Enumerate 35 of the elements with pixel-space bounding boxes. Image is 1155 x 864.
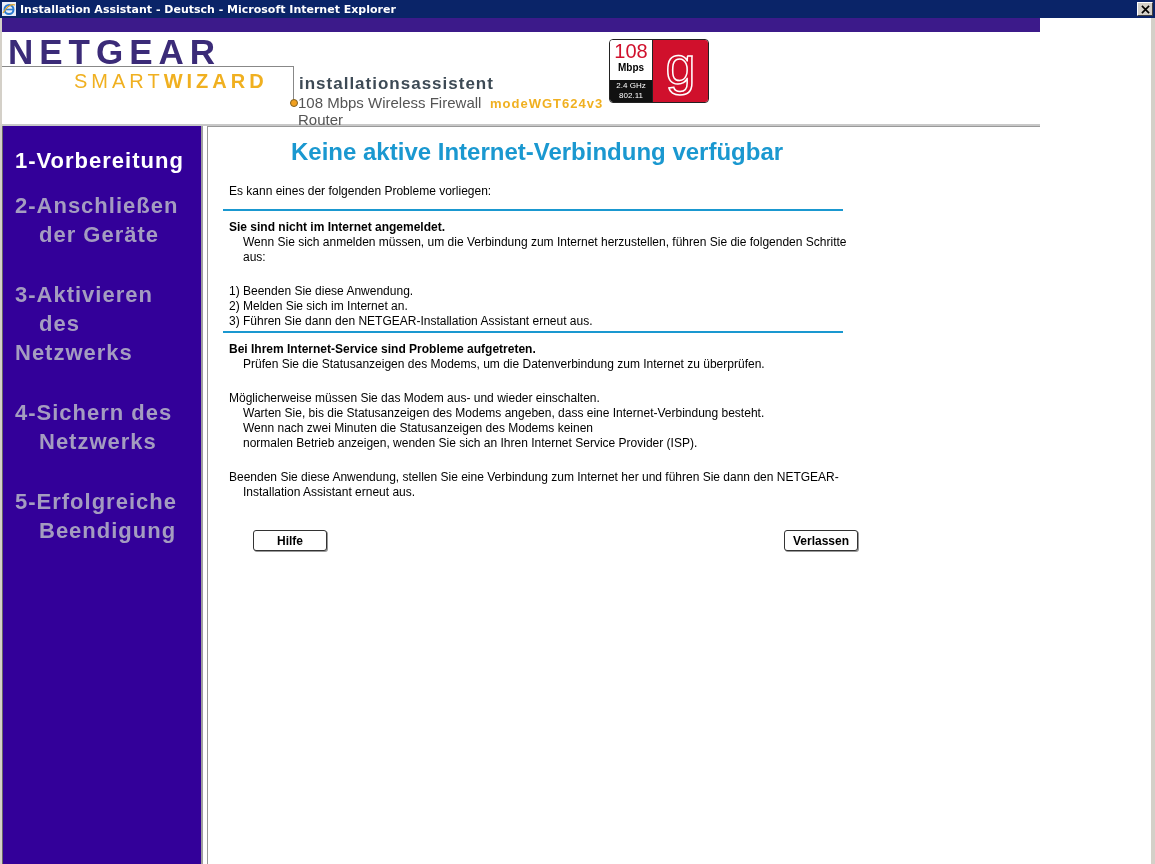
section-title: Sie sind nicht im Internet angemeldet. bbox=[229, 220, 447, 235]
badge-speed: 108 bbox=[614, 40, 648, 62]
body-text: 2) Melden Sie sich im Internet an. bbox=[229, 299, 409, 314]
model-name: modeWGT624v3 bbox=[490, 96, 604, 111]
body-text: Beenden Sie diese Anwendung, stellen Sie eine Verbindung zum Internet her und führen Sie dann den NETGEAR-Installation Assistant erneut aus. bbox=[229, 470, 840, 500]
badge-unit: Mbps bbox=[617, 62, 645, 73]
help-button[interactable]: Hilfe bbox=[253, 530, 327, 551]
body-text: normalen Betrieb anzeigen, wenden Sie sich an Ihren Internet Service Provider (ISP). bbox=[242, 436, 699, 451]
window-title: Installation Assistant - Deutsch - Microsoft Internet Explorer bbox=[20, 2, 397, 16]
body-text: Wenn Sie sich anmelden müssen, um die Verbindung zum Internet herzustellen, führen Sie die folgenden Schritte aus: bbox=[242, 235, 848, 265]
step-item[interactable]: 2-Anschließen der Geräte bbox=[15, 191, 201, 249]
body-text: Prüfen Sie die Statusanzeigen des Modems, um die Datenverbindung zum Internet zu überprüfen. bbox=[242, 357, 766, 372]
smartwizard-logo: SMARTWIZARD bbox=[74, 70, 269, 92]
browser-icon bbox=[2, 2, 16, 16]
step-item[interactable]: 1-Vorbereitung bbox=[15, 146, 201, 175]
product-name: 108 Mbps Wireless Firewall Router bbox=[298, 94, 483, 128]
badge-letter: g bbox=[665, 40, 696, 96]
body-text: 3) Führen Sie dann den NETGEAR-Installation Assistant erneut aus. bbox=[229, 314, 594, 329]
step-item[interactable]: 4-Sichern des Netzwerks bbox=[15, 398, 201, 456]
standard-label: 802.11 bbox=[618, 91, 644, 101]
intro-text: Es kann eines der folgenden Probleme vorliegen: bbox=[229, 184, 493, 199]
step-item[interactable]: 3-Aktivieren des Netzwerks bbox=[15, 280, 201, 367]
netgear-logo: NETGEAR bbox=[8, 34, 223, 70]
band-label: 2.4 GHz bbox=[615, 81, 647, 91]
step-item[interactable]: 5-Erfolgreiche Beendigung bbox=[15, 487, 201, 545]
close-button[interactable] bbox=[1137, 2, 1153, 16]
body-text: Möglicherweise müssen Sie das Modem aus- und wieder einschalten. bbox=[229, 391, 601, 406]
body-text: Warten Sie, bis die Statusanzeigen des Modems angeben, dass eine Internet-Verbindung besteht. bbox=[242, 406, 766, 421]
exit-button[interactable]: Verlassen bbox=[784, 530, 858, 551]
section-title: Bei Ihrem Internet-Service sind Probleme aufgetreten. bbox=[229, 342, 537, 357]
app-title: installationsassistent bbox=[299, 74, 495, 94]
page-heading: Keine aktive Internet-Verbindung verfügbar bbox=[291, 137, 785, 167]
body-text: 1) Beenden Sie diese Anwendung. bbox=[229, 284, 415, 299]
body-text: Wenn nach zwei Minuten die Statusanzeigen des Modems keinen bbox=[242, 421, 594, 436]
bullet-icon bbox=[290, 99, 298, 107]
